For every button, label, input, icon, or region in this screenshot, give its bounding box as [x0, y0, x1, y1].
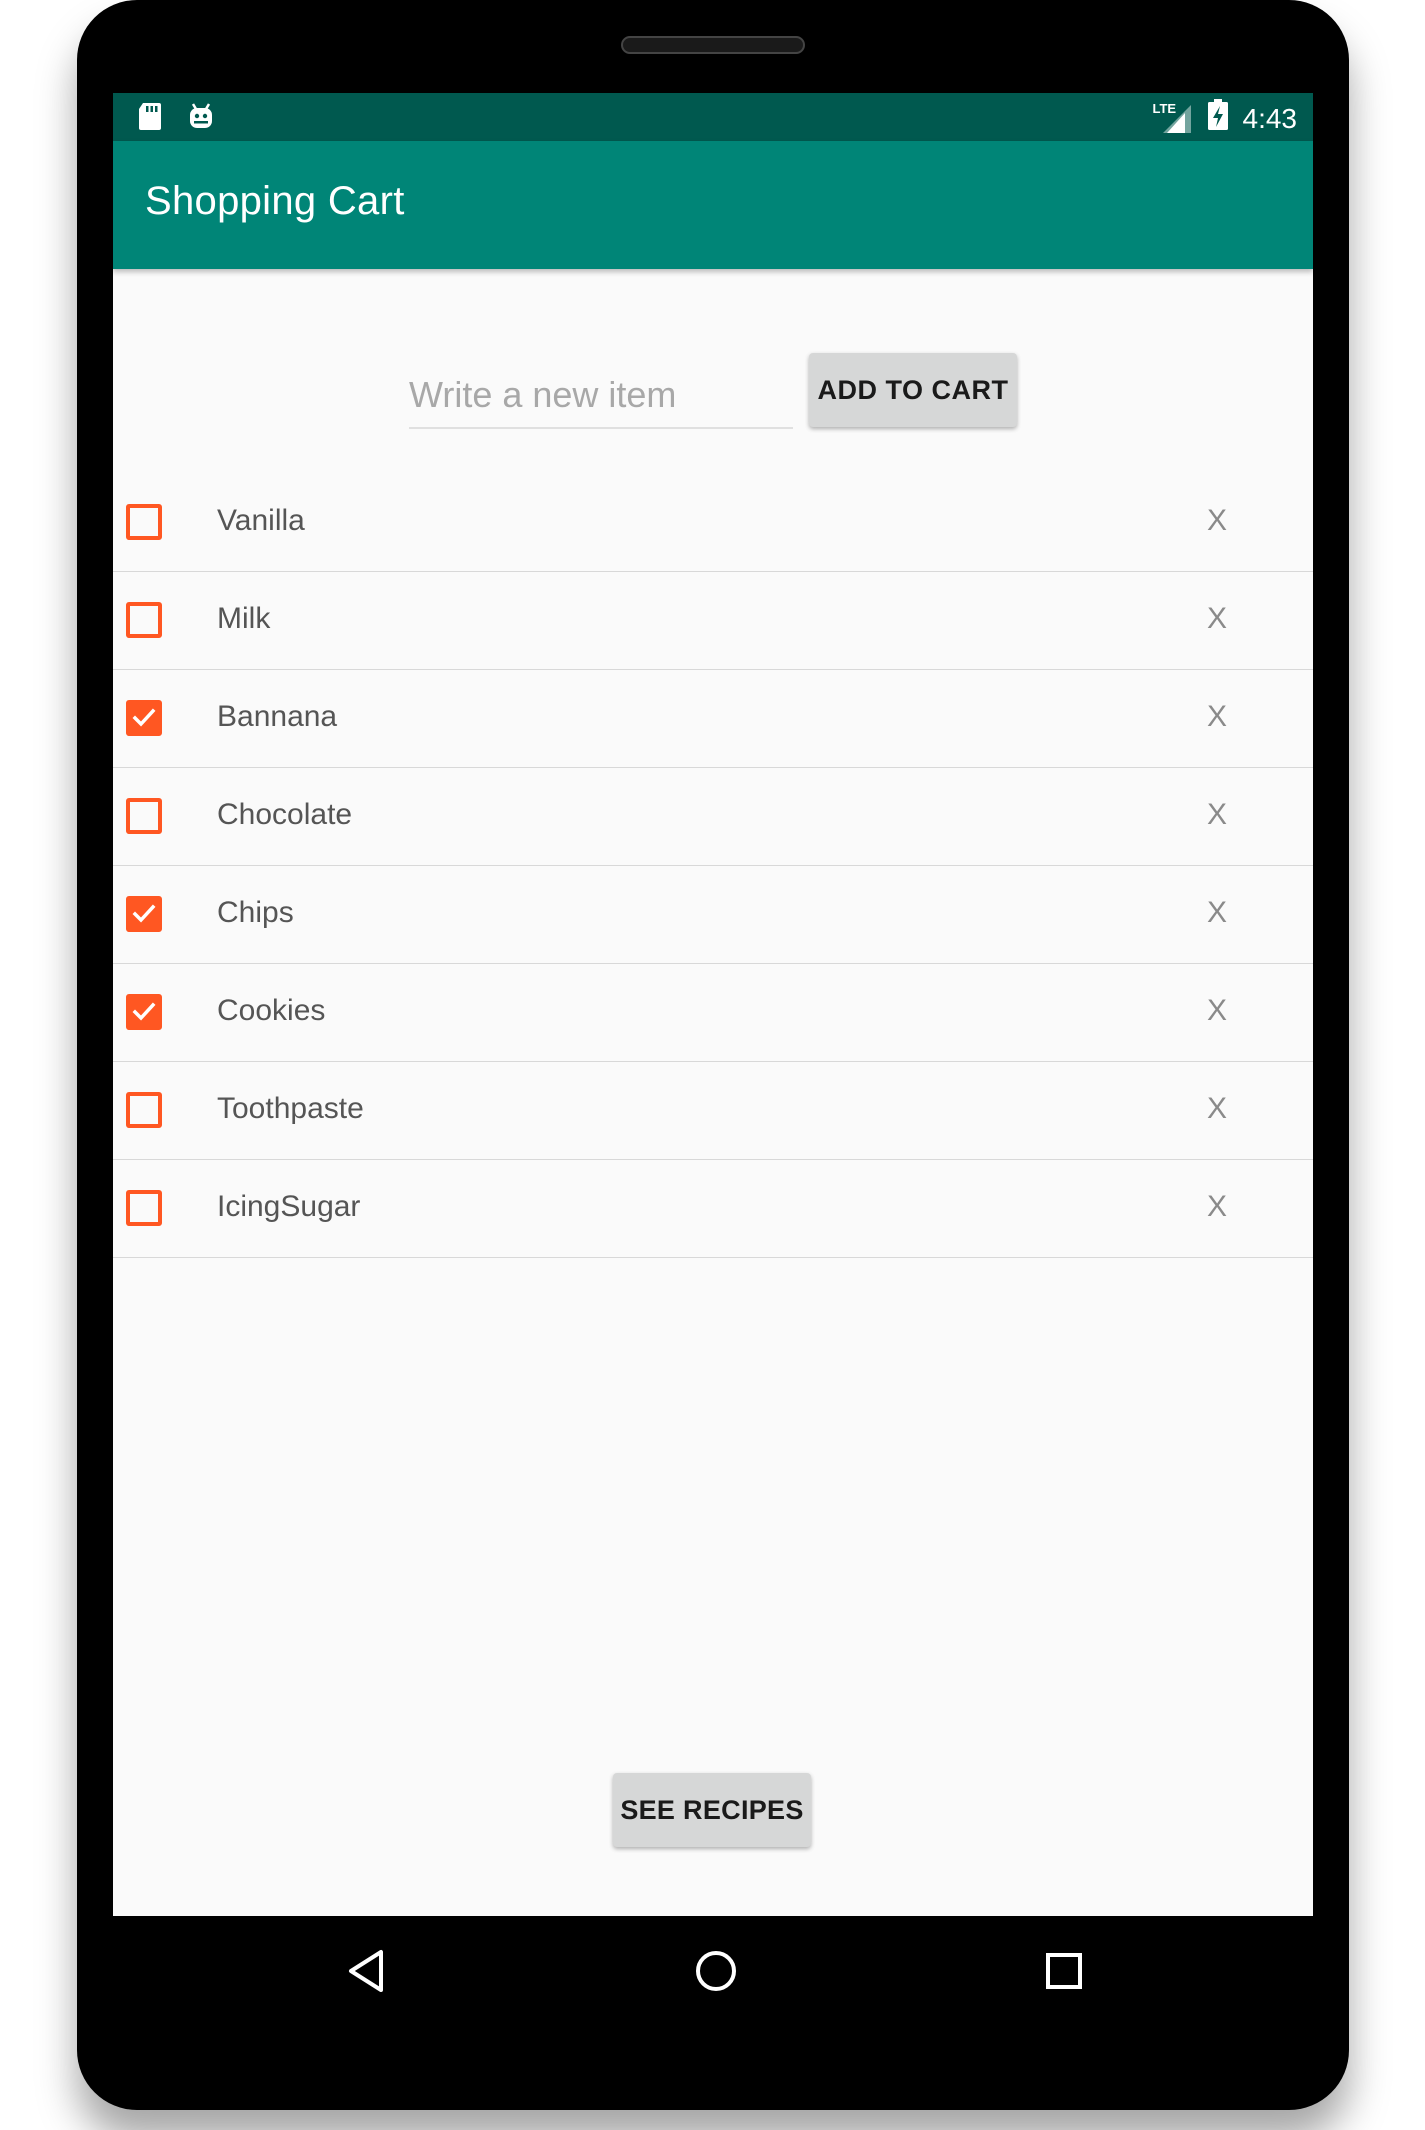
- item-checkbox[interactable]: [126, 504, 162, 540]
- delete-item-button[interactable]: X: [1207, 994, 1227, 1028]
- item-label: Milk: [217, 602, 271, 635]
- item-label: IcingSugar: [217, 1190, 361, 1223]
- page-title: Shopping Cart: [145, 179, 405, 223]
- list-item: Chocolate X: [113, 768, 1313, 866]
- list-item: Cookies X: [113, 964, 1313, 1062]
- navigation-bar: [113, 1916, 1313, 2026]
- item-label: Cookies: [217, 994, 326, 1027]
- list-item: Bannana X: [113, 670, 1313, 768]
- delete-item-button[interactable]: X: [1207, 602, 1227, 636]
- status-time: 4:43: [1242, 102, 1298, 134]
- checkmark-icon: [132, 708, 156, 727]
- delete-item-button[interactable]: X: [1207, 896, 1227, 930]
- see-recipes-button[interactable]: SEE RECIPES: [613, 1773, 811, 1847]
- speaker-grille: [621, 36, 805, 54]
- battery-icon: [1207, 99, 1229, 138]
- recents-icon[interactable]: [1039, 1946, 1089, 1996]
- item-label: Vanilla: [217, 504, 305, 537]
- checkmark-icon: [132, 1002, 156, 1021]
- item-checkbox[interactable]: [126, 994, 162, 1030]
- item-label: Toothpaste: [217, 1092, 364, 1125]
- back-icon[interactable]: [343, 1946, 393, 1996]
- item-label: Chips: [217, 896, 294, 929]
- item-label: Bannana: [217, 700, 338, 733]
- delete-item-button[interactable]: X: [1207, 1190, 1227, 1224]
- delete-item-button[interactable]: X: [1207, 1092, 1227, 1126]
- status-bar: LTE 4:43: [113, 93, 1313, 141]
- app-toolbar: Shopping Cart: [113, 141, 1313, 269]
- delete-item-button[interactable]: X: [1207, 504, 1227, 538]
- delete-item-button[interactable]: X: [1207, 700, 1227, 734]
- sd-card-icon: [137, 101, 163, 136]
- list-item: IcingSugar X: [113, 1160, 1313, 1258]
- delete-item-button[interactable]: X: [1207, 798, 1227, 832]
- shopping-list: Vanilla X Milk X Bannana X Chocolate X Chips X Coo…: [113, 474, 1313, 1258]
- new-item-row: ADD TO CART: [113, 353, 1313, 443]
- list-item: Vanilla X: [113, 474, 1313, 572]
- network-type-label: LTE: [1152, 100, 1177, 116]
- app-screen: LTE 4:43 Shopping Cart ADD TO CART Vanil…: [113, 93, 1313, 1916]
- list-item: Toothpaste X: [113, 1062, 1313, 1160]
- item-checkbox[interactable]: [126, 700, 162, 736]
- add-to-cart-button[interactable]: ADD TO CART: [809, 353, 1017, 427]
- checkmark-icon: [132, 904, 156, 923]
- home-icon[interactable]: [691, 1946, 741, 1996]
- list-item: Milk X: [113, 572, 1313, 670]
- android-icon: [187, 101, 215, 136]
- item-checkbox[interactable]: [126, 602, 162, 638]
- item-checkbox[interactable]: [126, 1190, 162, 1226]
- item-checkbox[interactable]: [126, 798, 162, 834]
- signal-icon: LTE: [1152, 100, 1193, 135]
- item-label: Chocolate: [217, 798, 353, 831]
- item-checkbox[interactable]: [126, 1092, 162, 1128]
- list-item: Chips X: [113, 866, 1313, 964]
- item-checkbox[interactable]: [126, 896, 162, 932]
- new-item-input[interactable]: [409, 363, 793, 429]
